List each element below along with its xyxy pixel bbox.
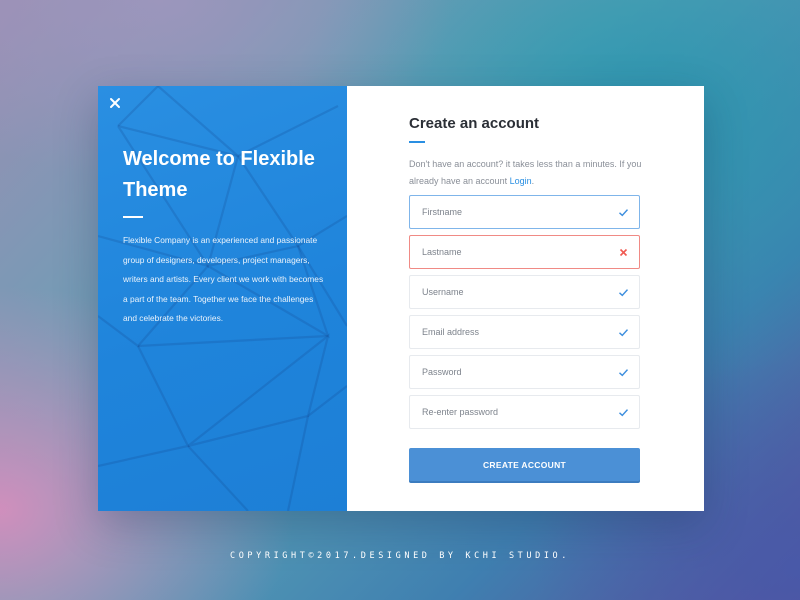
- email-field[interactable]: [409, 315, 640, 349]
- password-field[interactable]: [409, 355, 640, 389]
- check-icon: [619, 369, 629, 377]
- heading-underline: [123, 216, 143, 218]
- check-icon: [619, 409, 629, 417]
- confirm-password-field[interactable]: [409, 395, 640, 429]
- firstname-field[interactable]: [409, 195, 640, 229]
- signup-card: Welcome to Flexible Theme Flexible Compa…: [98, 86, 704, 511]
- firstname-input[interactable]: [410, 196, 639, 228]
- email-input[interactable]: [410, 316, 639, 348]
- username-field[interactable]: [409, 275, 640, 309]
- title-underline: [409, 141, 425, 143]
- company-description: Flexible Company is an experienced and p…: [123, 235, 324, 323]
- check-icon: [619, 289, 629, 297]
- welcome-heading: Welcome to Flexible Theme: [123, 148, 315, 201]
- subtitle-period: .: [531, 176, 535, 186]
- username-input[interactable]: [410, 276, 639, 308]
- close-icon[interactable]: [109, 97, 121, 109]
- lastname-field[interactable]: [409, 235, 640, 269]
- check-icon: [619, 209, 629, 217]
- copyright-footer: COPYRIGHT©2017.DESIGNED BY KCHI STUDIO.: [230, 551, 570, 561]
- login-link[interactable]: Login: [510, 176, 532, 186]
- cross-icon: [619, 248, 628, 257]
- welcome-panel: Welcome to Flexible Theme Flexible Compa…: [98, 86, 347, 511]
- form-subtitle: Don't have an account? it takes less tha…: [409, 156, 649, 190]
- form-title: Create an account: [409, 115, 540, 132]
- lastname-input[interactable]: [410, 236, 639, 268]
- confirm-password-input[interactable]: [410, 396, 639, 428]
- signup-form-panel: Create an account Don't have an account?…: [347, 86, 704, 511]
- create-account-button[interactable]: CREATE ACCOUNT: [409, 448, 640, 481]
- check-icon: [619, 329, 629, 337]
- password-input[interactable]: [410, 356, 639, 388]
